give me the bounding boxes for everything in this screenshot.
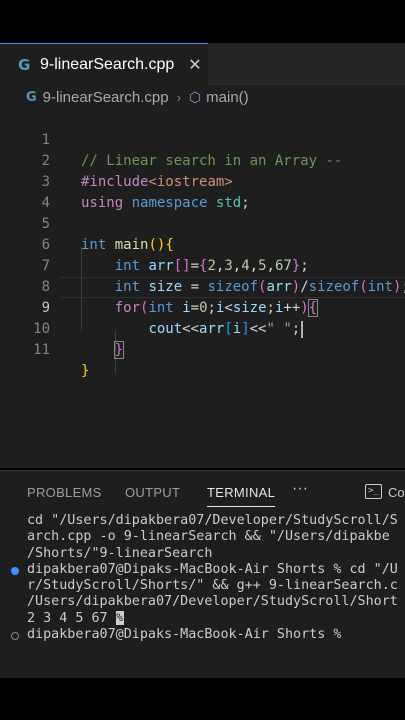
- editor-tabbar: G 9-linearSearch.cpp ✕: [0, 43, 405, 85]
- code-text: }: [81, 363, 90, 379]
- code-line: 2 #include<iostream>: [0, 130, 405, 190]
- code-editor[interactable]: 1 // Linear search in an Array -- 2 #inc…: [0, 109, 405, 379]
- code-line: 6 int arr[]={2,3,4,5,67};: [0, 214, 405, 274]
- terminal-line-text: dipakbera07@Dipaks-MacBook-Air Shorts % …: [27, 561, 398, 577]
- breadcrumb-symbol[interactable]: main(): [206, 89, 249, 106]
- tab-problems[interactable]: PROBLEMS: [27, 485, 102, 500]
- code-line: 7 int size = sizeof(arr)/sizeof(int);: [0, 235, 405, 295]
- terminal-prompt: dipakbera07@Dipaks-MacBook-Air Shorts %: [27, 627, 350, 643]
- symbol-method-icon: ⬡: [188, 88, 202, 105]
- program-output: 2 3 4 5 67: [27, 610, 116, 626]
- tab-output[interactable]: OUTPUT: [125, 485, 180, 500]
- code-text: }: [113, 341, 125, 359]
- editor-area: G 9-linearSearch.cpp ✕ G 9-linearSearch.…: [0, 43, 405, 468]
- close-icon[interactable]: ✕: [188, 55, 201, 75]
- editor-tab[interactable]: G 9-linearSearch.cpp ✕: [0, 43, 208, 85]
- terminal-line: 2 3 4 5 67 %: [0, 610, 405, 627]
- code-line: 11 }: [0, 319, 405, 379]
- breadcrumb: G 9-linearSearch.cpp › ⬡ main(): [0, 85, 405, 109]
- command-success-icon[interactable]: [11, 566, 19, 575]
- bottom-panel: PROBLEMS OUTPUT TERMINAL ··· >_ Co cd "/…: [0, 470, 405, 678]
- terminal-line: cd "/Users/dipakbera07/Developer/StudySc…: [27, 513, 398, 528]
- line-number: 11: [33, 342, 50, 358]
- terminal-output[interactable]: cd "/Users/dipakbera07/Developer/StudySc…: [0, 513, 405, 643]
- terminal-line: arch.cpp -o 9-linearSearch && "/Users/di…: [27, 529, 390, 545]
- terminal-icon[interactable]: >_: [365, 484, 382, 499]
- breadcrumb-file[interactable]: 9-linearSearch.cpp: [43, 89, 169, 106]
- more-icon[interactable]: ···: [292, 480, 308, 498]
- output-end-marker: %: [115, 610, 124, 625]
- tab-terminal[interactable]: TERMINAL: [207, 485, 276, 507]
- code-line: 1 // Linear search in an Array --: [0, 109, 405, 169]
- code-line: 4: [0, 172, 405, 211]
- code-line: 3 using namespace std;: [0, 151, 405, 211]
- terminal-line: /Users/dipakbera07/Developer/StudyScroll…: [27, 594, 398, 610]
- code-line: 5 int main(){: [0, 193, 405, 253]
- code-line-current: 9 cout<<arr[i]<<" ";: [0, 277, 405, 338]
- terminal-line: /Shorts/"9-linearSearch: [27, 545, 213, 561]
- cpp-file-icon: G: [18, 55, 31, 74]
- tab-title: 9-linearSearch.cpp: [40, 55, 175, 73]
- cpp-file-icon: G: [26, 89, 37, 105]
- command-pending-icon[interactable]: [11, 632, 19, 641]
- terminal-dropdown-label[interactable]: Co: [388, 485, 405, 500]
- terminal-line: dipakbera07@Dipaks-MacBook-Air Shorts %: [0, 627, 405, 643]
- code-line: 10 }: [0, 298, 405, 359]
- panel-tabs: PROBLEMS OUTPUT TERMINAL ··· >_ Co: [0, 471, 405, 511]
- code-line: 8 for(int i=0;i<size;i++){: [0, 256, 405, 317]
- terminal-line: r/StudyScroll/Shorts/" && g++ 9-linearSe…: [27, 578, 398, 594]
- breadcrumb-separator: ›: [176, 89, 181, 105]
- terminal-line: dipakbera07@Dipaks-MacBook-Air Shorts % …: [0, 562, 405, 578]
